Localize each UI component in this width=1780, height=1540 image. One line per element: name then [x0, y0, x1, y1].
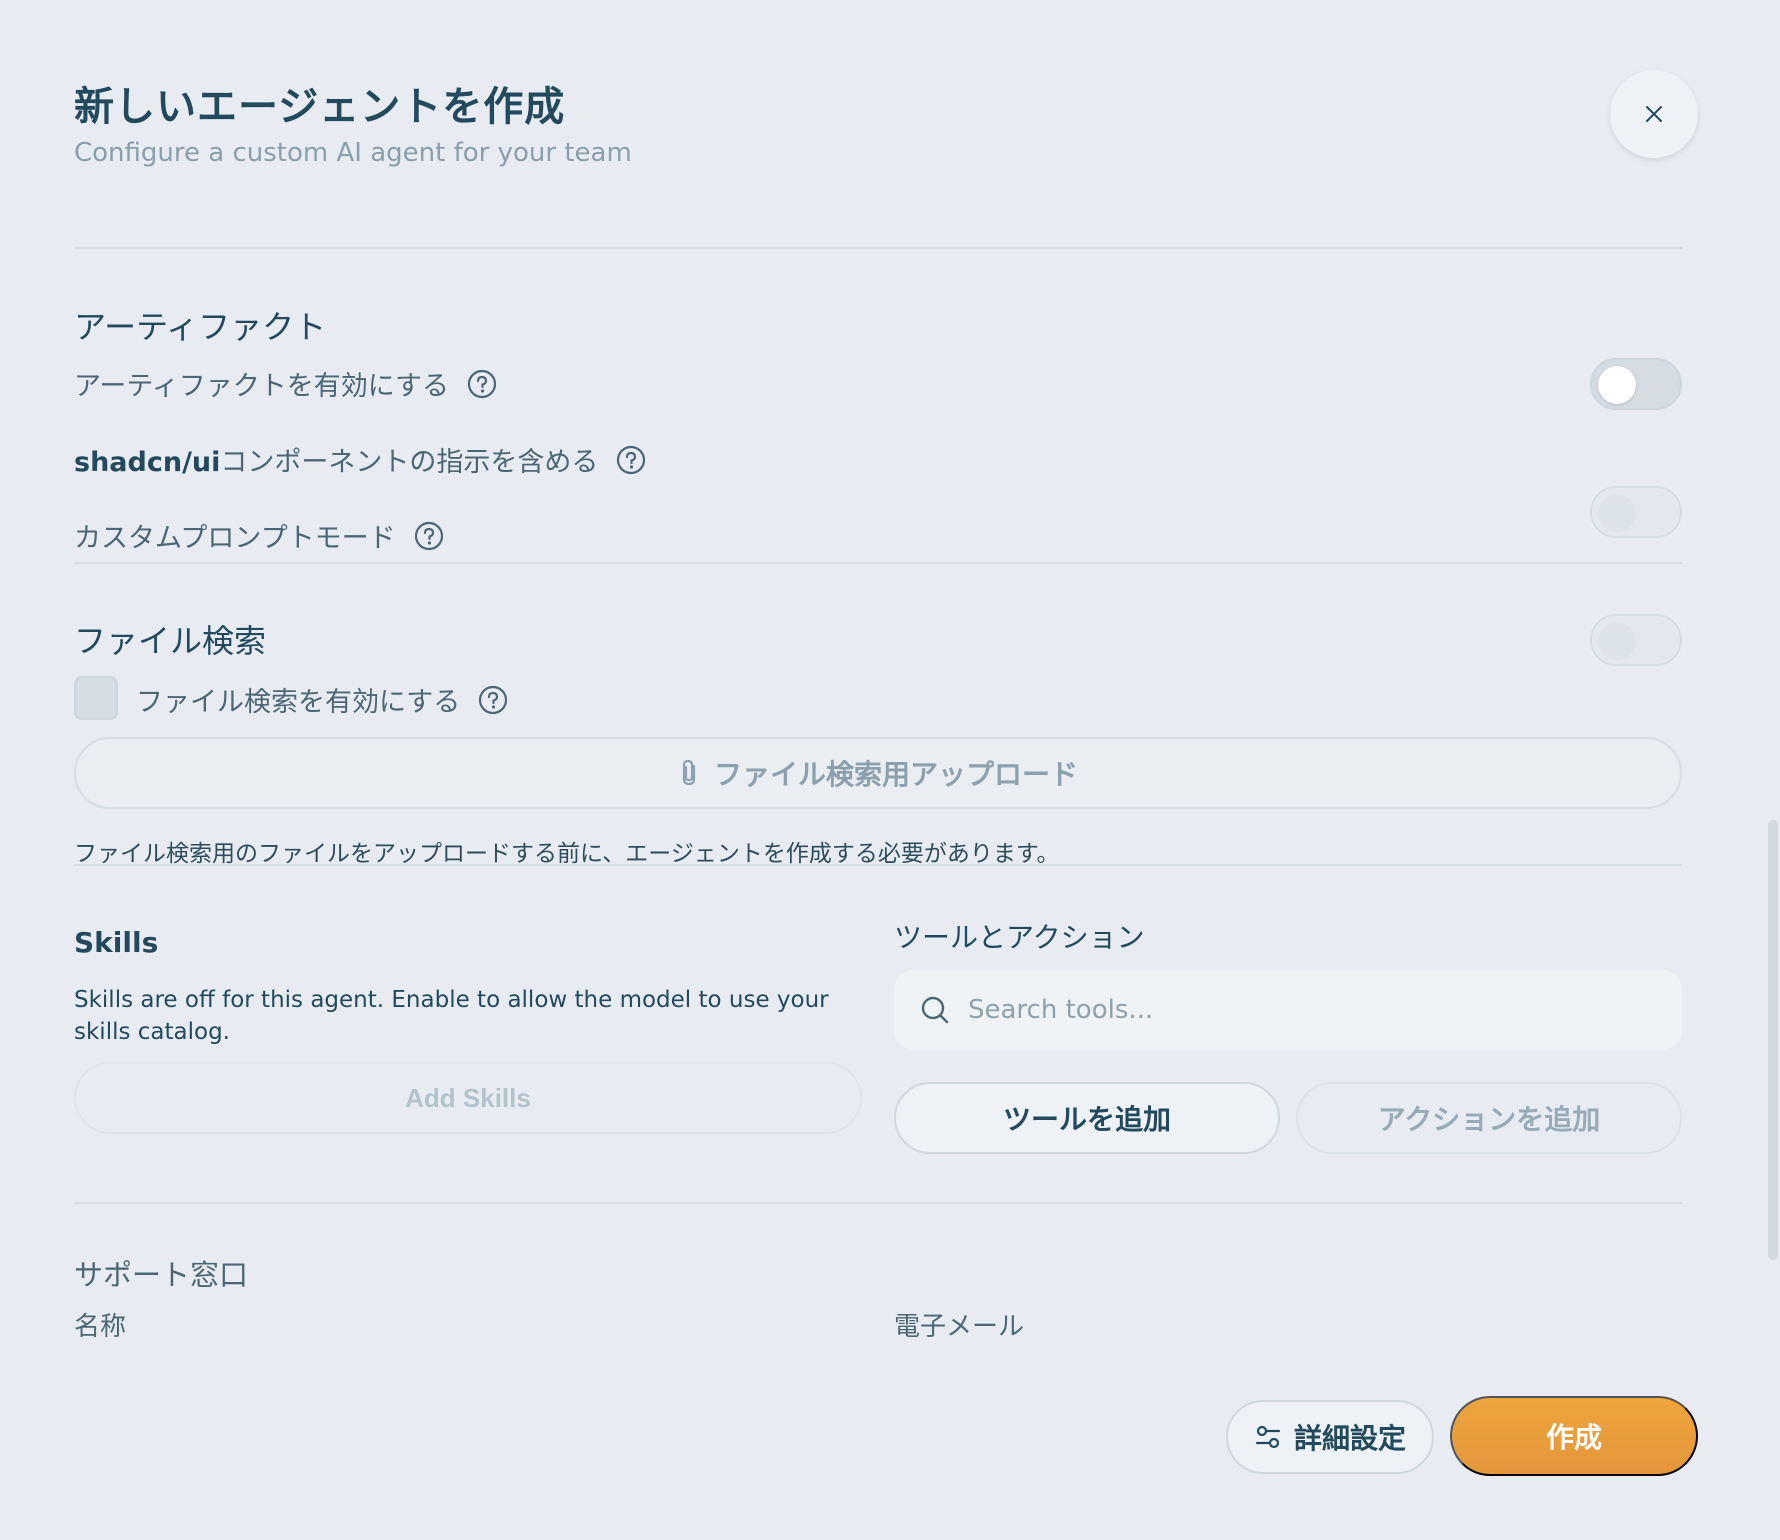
file-search-heading: ファイル検索: [74, 622, 267, 660]
shadcn-toggle[interactable]: [1590, 486, 1682, 538]
shadcn-row: shadcn/uiコンポーネントの指示を含める: [74, 440, 646, 479]
custom-prompt-label: カスタムプロンプトモード: [74, 523, 396, 554]
artifacts-divider: [74, 562, 1682, 564]
file-search-label: ファイル検索を有効にする: [136, 687, 461, 718]
artifacts-enable-row: アーティファクトを有効にする: [74, 364, 497, 403]
custom-prompt-toggle[interactable]: [1590, 614, 1682, 666]
tools-divider: [74, 1202, 1682, 1204]
help-icon[interactable]: [414, 521, 444, 551]
tools-title: ツールとアクション: [894, 921, 1145, 954]
artifacts-heading: アーティファクト: [74, 308, 327, 346]
close-button[interactable]: [1610, 70, 1698, 158]
file-search-upload-button[interactable]: ファイル検索用アップロード: [74, 737, 1682, 809]
support-email-label: 電子メール: [894, 1312, 1025, 1342]
help-icon[interactable]: [616, 445, 646, 475]
help-icon[interactable]: [478, 685, 508, 715]
tools-search-input[interactable]: [968, 995, 1648, 1025]
paperclip-icon: [682, 759, 696, 786]
add-tools-button[interactable]: ツールを追加: [894, 1082, 1280, 1154]
upload-label: ファイル検索用アップロード: [713, 759, 1078, 790]
add-skills-button[interactable]: Add Skills: [74, 1062, 862, 1134]
artifacts-enable-toggle[interactable]: [1590, 358, 1682, 410]
settings-sliders-icon: [1255, 1425, 1281, 1449]
advanced-settings-button[interactable]: 詳細設定: [1226, 1400, 1434, 1474]
support-name-label: 名称: [74, 1312, 127, 1342]
search-icon: [921, 996, 949, 1024]
tools-search-box: [894, 970, 1682, 1050]
help-icon[interactable]: [467, 369, 497, 399]
artifacts-enable-label: アーティファクトを有効にする: [74, 371, 450, 402]
file-search-row: ファイル検索を有効にする: [136, 680, 508, 719]
skills-title: Skills: [74, 926, 159, 959]
custom-prompt-row: カスタムプロンプトモード: [74, 516, 444, 555]
skills-description: Skills are off for this agent. Enable to…: [74, 987, 829, 1045]
create-button[interactable]: 作成: [1450, 1396, 1698, 1476]
shadcn-label-bold: shadcn/ui: [74, 447, 221, 478]
file-search-checkbox[interactable]: [74, 676, 118, 720]
page-subtitle: Configure a custom AI agent for your tea…: [74, 138, 632, 168]
header-divider: [74, 247, 1682, 249]
add-actions-button[interactable]: アクションを追加: [1296, 1082, 1682, 1154]
file-search-divider: [74, 864, 1682, 866]
page-title: 新しいエージェントを作成: [74, 84, 566, 130]
shadcn-label: コンポーネントの指示を含める: [220, 447, 599, 478]
file-search-notice: ファイル検索用のファイルをアップロードする前に、エージェントを作成する必要があり…: [74, 841, 1060, 867]
close-icon: [1646, 106, 1662, 122]
scrollbar[interactable]: [1768, 820, 1778, 1260]
advanced-settings-label: 詳細設定: [1293, 1423, 1406, 1454]
support-heading: サポート窓口: [74, 1258, 249, 1292]
